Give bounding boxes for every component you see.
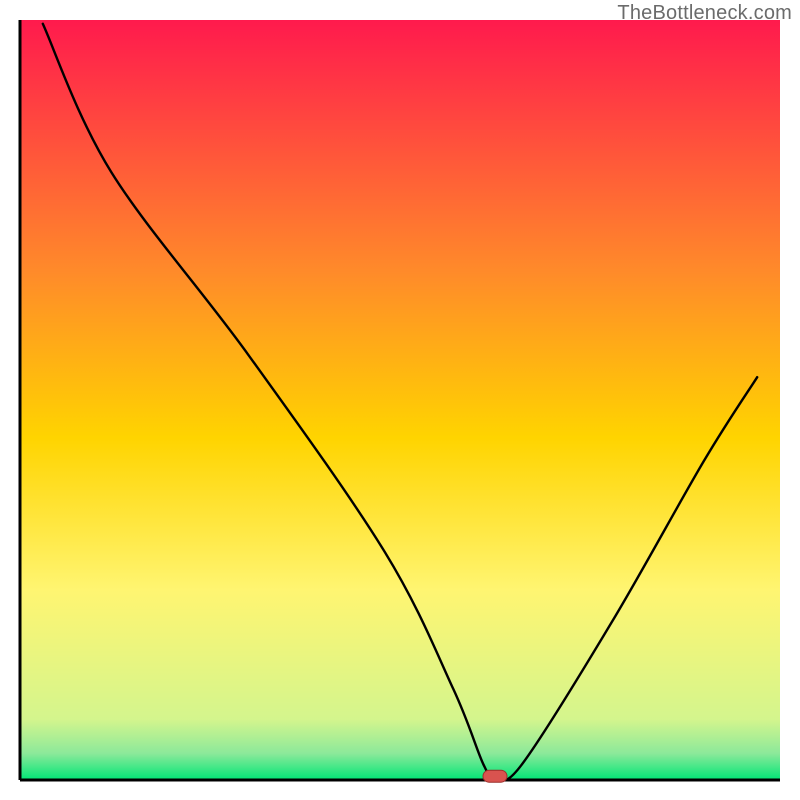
optimal-point-marker xyxy=(483,770,507,782)
watermark-text: TheBottleneck.com xyxy=(617,2,792,25)
plot-background xyxy=(20,20,780,780)
chart-svg xyxy=(0,0,800,800)
bottleneck-chart: TheBottleneck.com xyxy=(0,0,800,800)
